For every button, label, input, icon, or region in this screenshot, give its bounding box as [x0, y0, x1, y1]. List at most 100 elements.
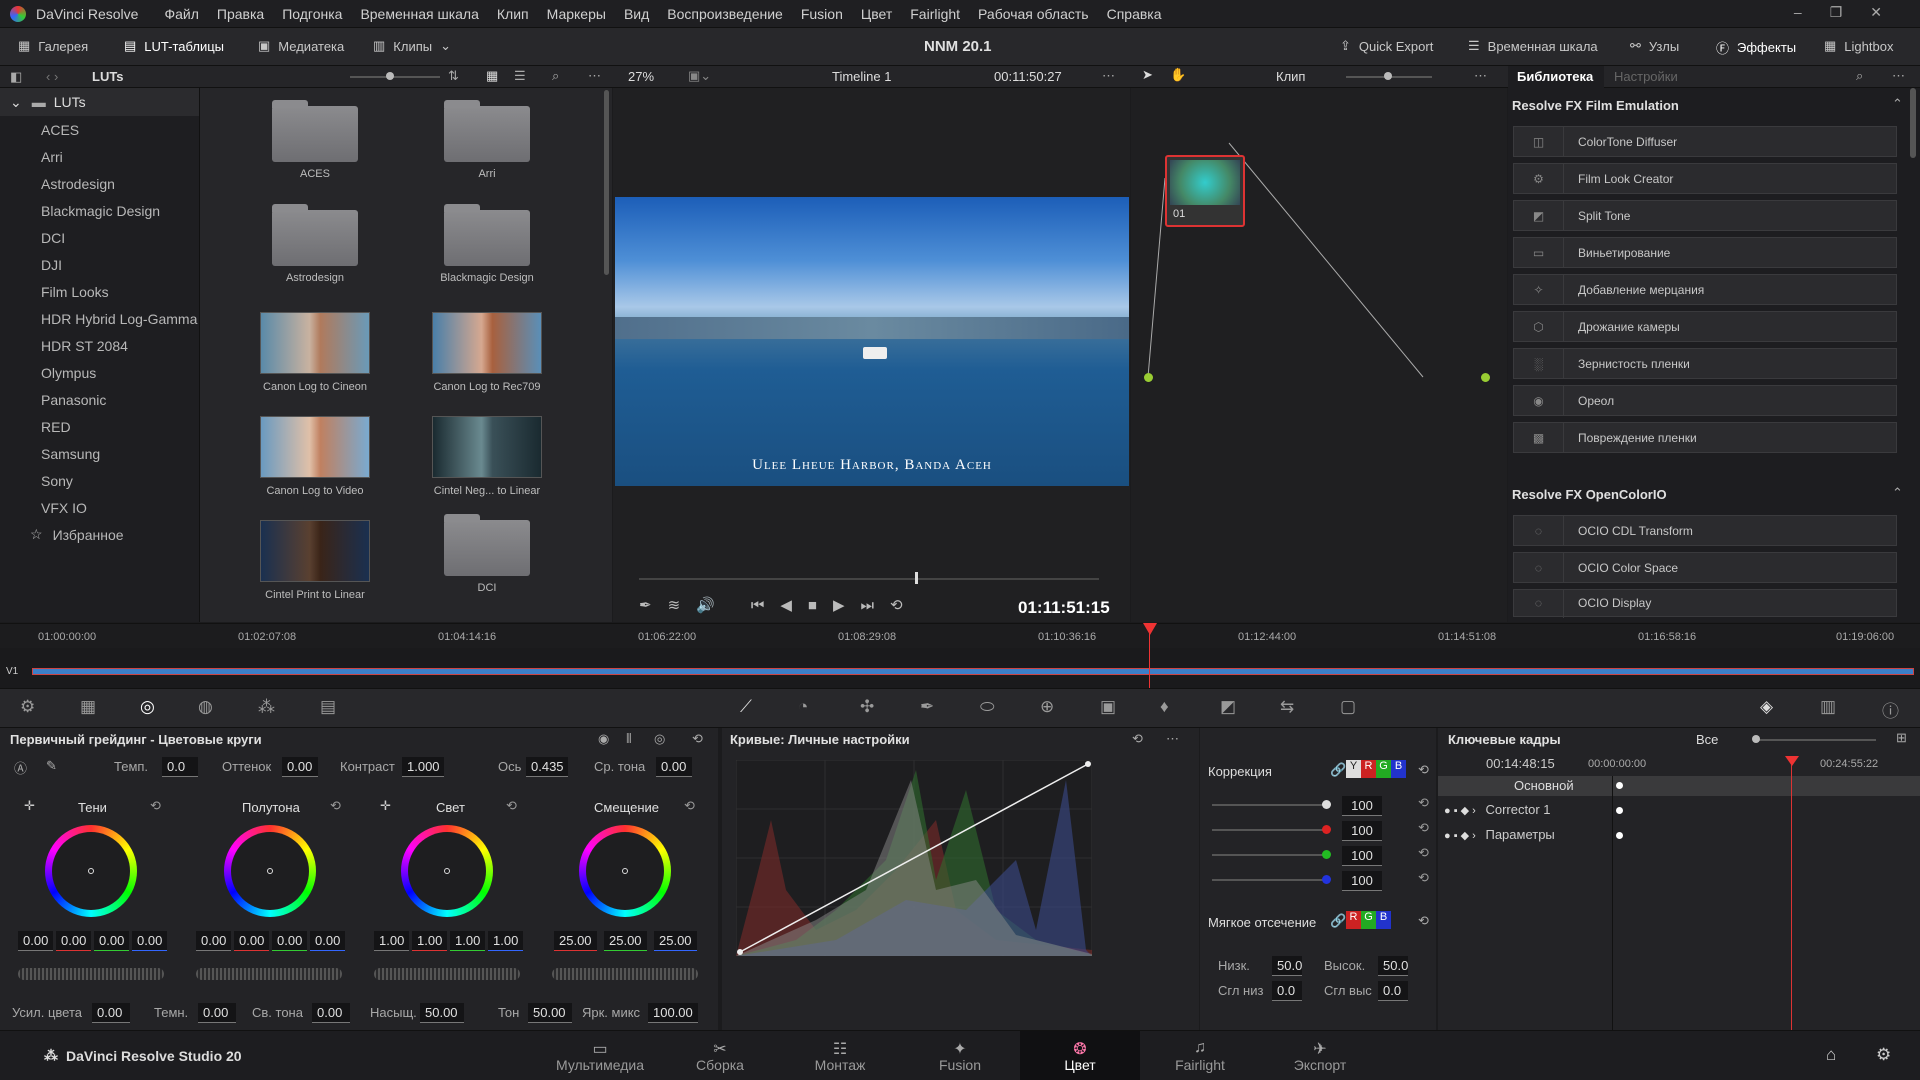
- lut-item[interactable]: Canon Log to Rec709: [412, 312, 562, 393]
- r-slider[interactable]: [1212, 829, 1324, 831]
- saturation-field[interactable]: 50.00: [420, 1003, 464, 1023]
- thumb-size-slider[interactable]: [350, 76, 440, 78]
- playhead-marker-icon[interactable]: [1785, 756, 1799, 766]
- y-slider[interactable]: [1212, 804, 1324, 806]
- minimize-icon[interactable]: –: [1794, 4, 1830, 20]
- layers-icon[interactable]: ≋: [668, 596, 681, 614]
- grid-view-icon[interactable]: ▦: [486, 68, 498, 84]
- viewer-more-icon[interactable]: ⋯: [1102, 68, 1115, 84]
- fx-item[interactable]: ◌ OCIO Color Space: [1513, 552, 1897, 583]
- play-icon[interactable]: ▶: [833, 596, 845, 614]
- reset-icon[interactable]: ⟲: [1418, 795, 1429, 811]
- high-field[interactable]: 50.0: [1378, 956, 1408, 976]
- g-value[interactable]: 100: [1342, 846, 1382, 866]
- menu-edit[interactable]: Правка: [217, 6, 264, 22]
- keyframe-filter[interactable]: Все: [1696, 732, 1718, 747]
- menu-fairlight[interactable]: Fairlight: [910, 6, 960, 22]
- low-soft-field[interactable]: 0.0: [1272, 981, 1302, 1001]
- sort-icon[interactable]: ⇅: [448, 68, 459, 84]
- tree-item-astrodesign[interactable]: Astrodesign: [0, 170, 199, 197]
- fx-item[interactable]: ◌ OCIO CDL Transform: [1513, 515, 1897, 546]
- wheel-offset[interactable]: [579, 825, 671, 917]
- shadows-field[interactable]: 0.00: [198, 1003, 236, 1023]
- page-edit[interactable]: ☷ Монтаж: [780, 1031, 900, 1080]
- output-port[interactable]: [1481, 373, 1490, 382]
- channel-toggle[interactable]: YRGB: [1346, 760, 1406, 778]
- lut-item[interactable]: Blackmagic Design: [412, 204, 562, 284]
- grid-scrollbar[interactable]: [604, 90, 609, 275]
- tree-root[interactable]: ⌄ ▬ LUTs: [0, 88, 199, 116]
- page-media[interactable]: ▭ Мультимедиа: [540, 1031, 660, 1080]
- offset-b-field[interactable]: 25.00: [654, 931, 697, 951]
- color-warper-icon[interactable]: ◔: [798, 697, 808, 717]
- viewer-mode-icon[interactable]: ▣⌄: [688, 68, 711, 84]
- page-fairlight[interactable]: ♫ Fairlight: [1140, 1031, 1260, 1080]
- tree-item-dji[interactable]: DJI: [0, 251, 199, 278]
- gamma-b-field[interactable]: 0.00: [310, 931, 346, 951]
- timeline-ruler[interactable]: 01:00:00:00 01:02:07:08 01:04:14:16 01:0…: [0, 623, 1920, 648]
- 3d-icon[interactable]: ▢: [1340, 697, 1356, 717]
- chevron-up-icon[interactable]: ⌃: [1892, 96, 1903, 112]
- gallery-button[interactable]: ▦ Галерея: [18, 38, 88, 54]
- fx-item[interactable]: ✧ Добавление мерцания: [1513, 274, 1897, 305]
- fx-item[interactable]: ◫ ColorTone Diffuser: [1513, 126, 1897, 157]
- lut-item[interactable]: Cintel Print to Linear: [240, 520, 390, 601]
- scopes-icon[interactable]: ▥: [1820, 697, 1836, 717]
- lut-item[interactable]: Canon Log to Cineon: [240, 312, 390, 393]
- keyframe-row-master[interactable]: [1438, 776, 1920, 796]
- tab-library[interactable]: Библиотека: [1508, 66, 1604, 88]
- search-icon[interactable]: ⌕: [552, 68, 559, 84]
- curves-more-icon[interactable]: ⋯: [1166, 731, 1179, 747]
- g-slider[interactable]: [1212, 854, 1324, 856]
- playhead-marker-icon[interactable]: [1143, 623, 1157, 635]
- r-value[interactable]: 100: [1342, 821, 1382, 841]
- tree-item-olympus[interactable]: Olympus: [0, 359, 199, 386]
- timeline-clips[interactable]: [32, 668, 1914, 675]
- effects-button[interactable]: Ⓕ Эффекты: [1716, 38, 1796, 57]
- tree-item-aces[interactable]: ACES: [0, 116, 199, 143]
- middetail-field[interactable]: 0.00: [656, 757, 692, 777]
- tree-item-favorites[interactable]: ☆ Избранное: [0, 521, 199, 548]
- fx-item[interactable]: ◉ Ореол: [1513, 385, 1897, 416]
- reset-icon[interactable]: ⟲: [150, 798, 161, 814]
- tree-item-film-looks[interactable]: Film Looks: [0, 278, 199, 305]
- reset-icon[interactable]: ⟲: [692, 731, 703, 747]
- go-end-icon[interactable]: ⏭: [861, 597, 875, 614]
- reset-icon[interactable]: ⟲: [1418, 820, 1429, 836]
- gamma-r-field[interactable]: 0.00: [234, 931, 270, 951]
- reset-icon[interactable]: ⟲: [1418, 845, 1429, 861]
- video-frame[interactable]: Ulee Lheue Harbor, Banda Aceh: [615, 197, 1129, 486]
- expand-icon[interactable]: ⊞: [1896, 730, 1907, 746]
- rgb-mixer-icon[interactable]: ⁂: [258, 697, 275, 717]
- settings-gear-icon[interactable]: ⚙: [1876, 1045, 1891, 1065]
- menu-view[interactable]: Вид: [624, 6, 649, 22]
- lut-item[interactable]: DCI: [412, 514, 562, 594]
- curves-graph[interactable]: [736, 760, 1092, 956]
- page-color[interactable]: ❂ Цвет: [1020, 1031, 1140, 1080]
- hue-field[interactable]: 50.00: [528, 1003, 572, 1023]
- loop-icon[interactable]: ⟲: [890, 596, 903, 614]
- home-icon[interactable]: ⌂: [1826, 1045, 1836, 1065]
- contrast-field[interactable]: 1.000: [402, 757, 444, 777]
- b-value[interactable]: 100: [1342, 871, 1382, 891]
- reset-icon[interactable]: ⟲: [1418, 762, 1429, 778]
- menu-color[interactable]: Цвет: [861, 6, 892, 22]
- y-value[interactable]: 100: [1342, 796, 1382, 816]
- fx-item[interactable]: ░ Зернистость пленки: [1513, 348, 1897, 379]
- low-field[interactable]: 50.0: [1272, 956, 1302, 976]
- gain-b-field[interactable]: 1.00: [488, 931, 524, 951]
- tree-item-panasonic[interactable]: Panasonic: [0, 386, 199, 413]
- tree-item-dci[interactable]: DCI: [0, 224, 199, 251]
- fx-item[interactable]: ▭ Виньетирование: [1513, 237, 1897, 268]
- tint-field[interactable]: 0.00: [282, 757, 318, 777]
- menu-fusion[interactable]: Fusion: [801, 6, 843, 22]
- lut-item[interactable]: Canon Log to Video: [240, 416, 390, 497]
- menu-file[interactable]: Файл: [164, 6, 198, 22]
- link-icon[interactable]: 🔗: [1330, 913, 1346, 929]
- library-search-icon[interactable]: ⌕: [1856, 68, 1863, 84]
- magic-mask-icon[interactable]: ▣: [1100, 697, 1116, 717]
- reset-icon[interactable]: ⟲: [1418, 913, 1429, 929]
- luts-button[interactable]: ▤ LUT-таблицы: [124, 38, 224, 54]
- lut-item[interactable]: ACES: [240, 100, 390, 180]
- color-wheels-icon[interactable]: ◎: [140, 697, 155, 717]
